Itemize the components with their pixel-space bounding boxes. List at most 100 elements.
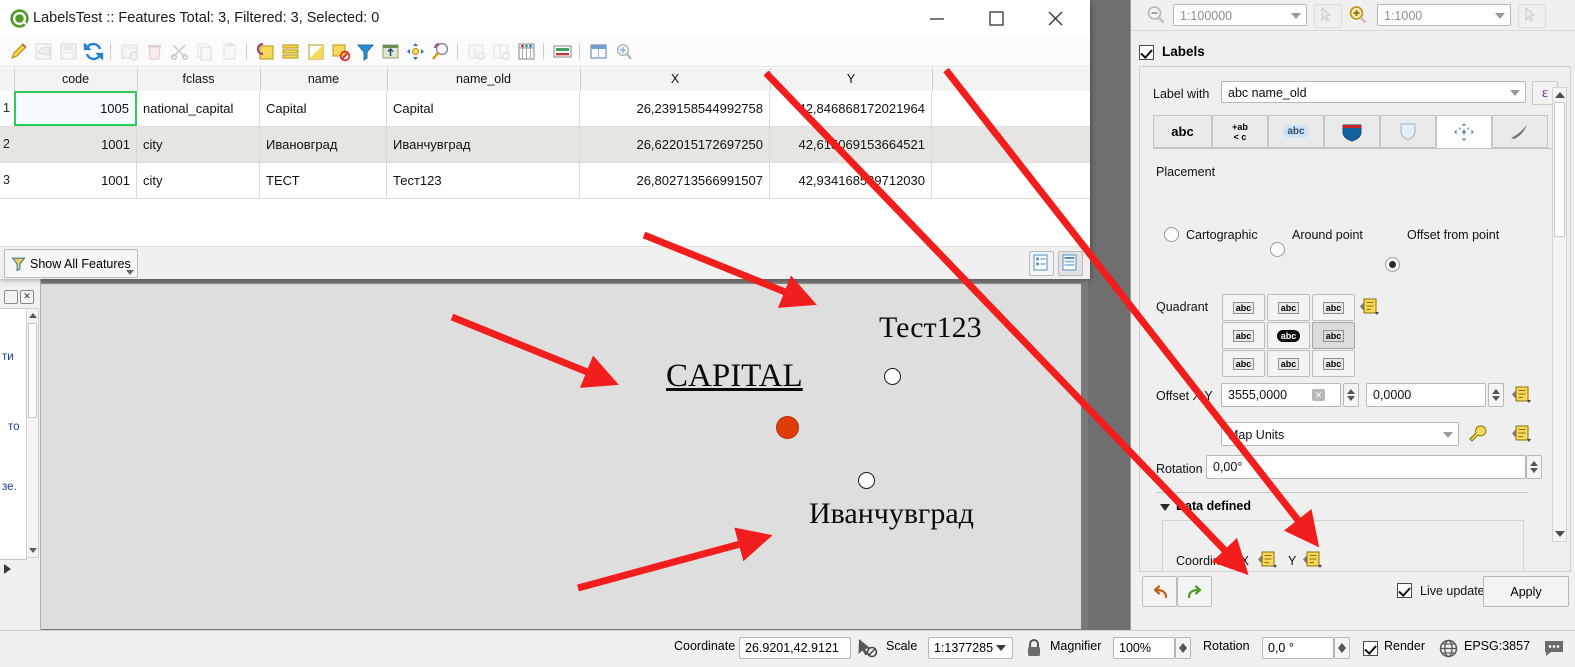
- copy-features-icon[interactable]: [194, 41, 215, 62]
- open-field-calculator-icon[interactable]: [516, 41, 537, 62]
- undo-button[interactable]: [1142, 576, 1177, 607]
- toggle-extents-icon[interactable]: [856, 636, 878, 660]
- delete-selected-icon[interactable]: [144, 41, 165, 62]
- max-scale-combo[interactable]: 1:1000: [1377, 4, 1511, 26]
- crs-globe-icon[interactable]: [1438, 638, 1459, 659]
- reload-table-icon[interactable]: [83, 41, 104, 62]
- close-button[interactable]: [1032, 0, 1078, 37]
- magnifier-spinner[interactable]: [1175, 637, 1191, 659]
- rotation-status-spinner[interactable]: [1334, 637, 1350, 659]
- map-point-test123[interactable]: [884, 368, 901, 385]
- select-all-icon[interactable]: [280, 41, 301, 62]
- tab-rendering[interactable]: [1492, 115, 1548, 148]
- offset-x-spinner[interactable]: [1343, 383, 1359, 407]
- invert-selection-icon[interactable]: [305, 41, 326, 62]
- messages-icon[interactable]: [1543, 639, 1565, 658]
- min-scale-combo[interactable]: 1:100000: [1173, 4, 1307, 26]
- quadrant-button-middle-center[interactable]: abc: [1267, 322, 1310, 349]
- form-view-button[interactable]: [1029, 251, 1054, 276]
- cell-name-old[interactable]: Иванчувград: [387, 127, 580, 162]
- cell-fclass[interactable]: city: [137, 127, 260, 162]
- table-view-button[interactable]: [1058, 251, 1083, 276]
- paste-features-icon[interactable]: [219, 41, 240, 62]
- tab-background[interactable]: [1324, 115, 1380, 148]
- actions-icon[interactable]: [613, 41, 634, 62]
- zoom-in-icon[interactable]: [1347, 4, 1369, 26]
- offset-y-spinner[interactable]: [1488, 383, 1504, 407]
- save-layer-edits-icon[interactable]: [58, 41, 79, 62]
- chevron-down-icon[interactable]: [1291, 13, 1301, 19]
- maximize-button[interactable]: [973, 0, 1019, 37]
- tab-formatting[interactable]: +ab < c: [1212, 115, 1268, 148]
- quadrant-button-top-left[interactable]: abc: [1222, 294, 1265, 321]
- column-header-name-old[interactable]: name_old: [387, 68, 581, 91]
- set-min-scale-from-canvas-button[interactable]: [1314, 4, 1342, 28]
- units-settings-wrench-icon[interactable]: [1467, 423, 1489, 445]
- dock-close-icon[interactable]: ✕: [20, 290, 34, 304]
- pan-map-to-selected-icon[interactable]: [405, 41, 426, 62]
- cell-fclass[interactable]: national_capital: [137, 91, 260, 126]
- quadrant-data-defined-icon[interactable]: [1360, 298, 1381, 315]
- cell-y[interactable]: 42,846868172021964: [770, 91, 932, 126]
- filter-selection-icon[interactable]: [355, 41, 376, 62]
- select-by-expression-icon[interactable]: [255, 41, 276, 62]
- set-max-scale-from-canvas-button[interactable]: [1518, 4, 1546, 28]
- cell-name[interactable]: Ивановград: [260, 127, 387, 162]
- move-selection-to-top-icon[interactable]: [380, 41, 401, 62]
- scale-chevron-down-icon[interactable]: [996, 645, 1006, 651]
- coordinate-x-data-defined-icon[interactable]: [1258, 551, 1279, 568]
- offset-x-clear-icon[interactable]: ✕: [1312, 389, 1325, 401]
- window-titlebar[interactable]: LabelsTest :: Features Total: 3, Filtere…: [0, 0, 1090, 38]
- cell-y[interactable]: 42,934168589712030: [770, 163, 932, 198]
- labels-enable-row[interactable]: Labels: [1139, 42, 1569, 66]
- radio-offset-from-point[interactable]: [1385, 257, 1400, 272]
- table-row[interactable]: 2 1001 city Ивановград Иванчувград 26,62…: [0, 127, 1090, 162]
- new-field-icon[interactable]: [466, 41, 487, 62]
- label-with-combo[interactable]: abc name_old: [1221, 81, 1526, 103]
- magnifier-input[interactable]: 100%: [1113, 637, 1175, 659]
- cell-x[interactable]: 26,802713566991507: [580, 163, 770, 198]
- quadrant-button-middle-left[interactable]: abc: [1222, 322, 1265, 349]
- cell-empty[interactable]: [932, 163, 1090, 198]
- chevron-down-icon[interactable]: [1495, 13, 1505, 19]
- quadrant-button-bottom-right[interactable]: abc: [1312, 350, 1355, 377]
- tab-placement[interactable]: [1436, 115, 1492, 148]
- tab-text[interactable]: abc: [1153, 115, 1212, 148]
- quadrant-button-top-center[interactable]: abc: [1267, 294, 1310, 321]
- radio-around-point[interactable]: [1270, 242, 1285, 257]
- map-point-capital[interactable]: [776, 416, 799, 439]
- quadrant-button-top-right[interactable]: abc: [1312, 294, 1355, 321]
- lock-scale-icon[interactable]: [1025, 638, 1043, 658]
- offset-data-defined-icon[interactable]: [1512, 386, 1533, 403]
- table-row[interactable]: 3 1001 city ТЕСТ Тест123 26,802713566991…: [0, 163, 1090, 198]
- chevron-down-icon[interactable]: [125, 270, 134, 275]
- dock-float-icon[interactable]: [4, 290, 18, 304]
- redo-button[interactable]: [1177, 576, 1212, 607]
- render-checkbox[interactable]: [1363, 641, 1378, 656]
- cell-empty[interactable]: [932, 127, 1090, 162]
- coordinate-input[interactable]: 26.9201,42.9121: [739, 637, 851, 659]
- offset-units-combo[interactable]: Map Units: [1221, 422, 1459, 446]
- cell-code[interactable]: 1001: [14, 127, 137, 162]
- rotation-input[interactable]: 0,00°: [1206, 455, 1526, 479]
- cell-empty[interactable]: [932, 91, 1090, 126]
- toggle-editing-icon[interactable]: [8, 41, 29, 62]
- rotation-status-input[interactable]: 0,0 °: [1262, 637, 1334, 659]
- quadrant-button-bottom-center[interactable]: abc: [1267, 350, 1310, 377]
- table-row[interactable]: 1 1005 national_capital Capital Capital …: [0, 91, 1090, 126]
- minimize-button[interactable]: [914, 0, 960, 37]
- live-update-checkbox[interactable]: [1397, 583, 1412, 598]
- organize-columns-icon[interactable]: [588, 41, 609, 62]
- chevron-down-icon[interactable]: [1510, 90, 1520, 96]
- column-header-code[interactable]: code: [14, 68, 138, 91]
- labels-enable-checkbox[interactable]: [1139, 45, 1154, 60]
- chevron-down-icon[interactable]: [1443, 432, 1453, 438]
- cell-fclass[interactable]: city: [137, 163, 260, 198]
- zoom-map-to-selected-icon[interactable]: [430, 41, 451, 62]
- rotation-spinner[interactable]: [1526, 455, 1542, 479]
- save-edits-icon[interactable]: [33, 41, 54, 62]
- cell-code[interactable]: 1001: [14, 163, 137, 198]
- conditional-formatting-icon[interactable]: [552, 41, 573, 62]
- column-header-x[interactable]: X: [580, 68, 771, 91]
- cell-name[interactable]: Capital: [260, 91, 387, 126]
